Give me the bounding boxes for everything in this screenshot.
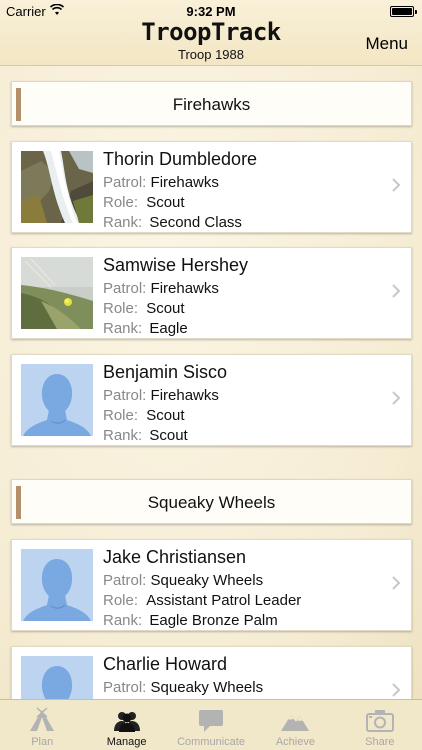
rank-value: Scout — [149, 427, 188, 444]
patrol-label: Patrol: — [103, 387, 147, 404]
role-row: Role: Assistant Patrol Leader — [103, 592, 301, 609]
status-time: 9:32 PM — [186, 4, 236, 19]
chevron-right-icon — [392, 683, 401, 697]
rank-label: Rank: — [103, 427, 143, 444]
chevron-right-icon — [392, 391, 401, 405]
member-card-charlie-howard[interactable]: Charlie Howard Patrol: Squeaky Wheels — [11, 646, 412, 699]
member-name: Benjamin Sisco — [103, 362, 228, 382]
patrol-row: Patrol: Firehawks — [103, 280, 219, 297]
rank-value: Eagle — [149, 320, 188, 337]
rank-value: Eagle Bronze Palm — [149, 612, 278, 629]
app-logo: TroopTrack — [141, 18, 281, 46]
role-value: Scout — [146, 194, 185, 211]
person-silhouette-icon — [21, 549, 93, 621]
battery-icon — [390, 6, 417, 17]
mountain-icon — [281, 715, 310, 731]
rank-row: Rank: Eagle Bronze Palm — [103, 612, 278, 629]
meadow-photo-avatar — [21, 257, 93, 329]
chevron-right-icon — [392, 576, 401, 590]
section-title: Squeaky Wheels — [147, 493, 276, 512]
tab-label: Manage — [106, 736, 147, 748]
patrol-row: Patrol: Squeaky Wheels — [103, 679, 263, 696]
role-label: Role: — [103, 194, 139, 211]
section-title: Firehawks — [172, 95, 251, 114]
person-silhouette-icon — [21, 656, 93, 699]
tab-share[interactable]: Share — [338, 700, 422, 750]
member-card-samwise-hershey[interactable]: Samwise Hershey Patrol: Firehawks Role: … — [11, 247, 412, 339]
status-bar: Carrier 9:32 PM — [0, 0, 422, 22]
tab-label: Achieve — [275, 736, 315, 748]
brand: TroopTrack Troop 1988 — [0, 18, 422, 62]
patrol-value: Firehawks — [150, 174, 219, 191]
tab-label: Communicate — [177, 736, 245, 748]
rank-label: Rank: — [103, 214, 143, 231]
patrol-value: Squeaky Wheels — [150, 572, 264, 589]
section-header-firehawks: Firehawks — [11, 81, 412, 126]
people-icon — [113, 712, 140, 732]
role-value: Scout — [146, 407, 185, 424]
member-name: Samwise Hershey — [103, 255, 249, 275]
chevron-right-icon — [392, 178, 401, 192]
patrol-value: Firehawks — [150, 280, 219, 297]
troop-name: Troop 1988 — [177, 47, 244, 62]
tab-manage[interactable]: Manage — [84, 700, 168, 750]
roster-list[interactable]: Firehawks Thorin Dumbledore Patrol: Fire… — [0, 66, 422, 699]
patrol-label: Patrol: — [103, 174, 147, 191]
patrol-label: Patrol: — [103, 572, 147, 589]
camera-icon — [365, 710, 394, 732]
role-label: Role: — [103, 407, 139, 424]
rank-label: Rank: — [103, 320, 143, 337]
patrol-value: Firehawks — [150, 387, 219, 404]
patrol-label: Patrol: — [103, 280, 147, 297]
rank-row: Rank: Eagle — [103, 320, 188, 337]
role-label: Role: — [103, 300, 139, 317]
role-label: Role: — [103, 592, 139, 609]
role-value: Scout — [146, 300, 185, 317]
speech-bubble-icon — [199, 710, 224, 732]
section-header-squeaky-wheels: Squeaky Wheels — [11, 479, 412, 524]
member-card-jake-christiansen[interactable]: Jake Christiansen Patrol: Squeaky Wheels… — [11, 539, 412, 631]
member-card-benjamin-sisco[interactable]: Benjamin Sisco Patrol: Firehawks Role: S… — [11, 354, 412, 446]
tab-label: Share — [365, 736, 395, 748]
tab-communicate[interactable]: Communicate — [169, 700, 253, 750]
patrol-label: Patrol: — [103, 679, 147, 696]
patrol-row: Patrol: Squeaky Wheels — [103, 572, 263, 589]
rank-label: Rank: — [103, 612, 143, 629]
member-card-thorin-dumbledore[interactable]: Thorin Dumbledore Patrol: Firehawks Role… — [11, 141, 412, 233]
tab-bar: Plan Manage Communicate Achieve Share — [0, 699, 422, 750]
patrol-row: Patrol: Firehawks — [103, 174, 219, 191]
role-row: Role: Scout — [103, 300, 185, 317]
rank-row: Rank: Second Class — [103, 214, 242, 231]
rank-value: Second Class — [149, 214, 242, 231]
chevron-right-icon — [392, 284, 401, 298]
patrol-row: Patrol: Firehawks — [103, 387, 219, 404]
member-name: Jake Christiansen — [103, 547, 247, 567]
tab-achieve[interactable]: Achieve — [253, 700, 337, 750]
patrol-value: Squeaky Wheels — [150, 679, 264, 696]
member-name: Charlie Howard — [103, 654, 228, 674]
role-row: Role: Scout — [103, 194, 185, 211]
member-name: Thorin Dumbledore — [103, 149, 258, 169]
rank-row: Rank: Scout — [103, 427, 188, 444]
role-row: Role: Scout — [103, 407, 185, 424]
waterfall-photo-avatar — [21, 151, 93, 223]
tab-label: Plan — [31, 736, 54, 748]
person-silhouette-icon — [21, 364, 93, 436]
menu-button[interactable]: Menu — [365, 34, 408, 54]
role-value: Assistant Patrol Leader — [146, 592, 302, 609]
tent-icon — [30, 707, 55, 731]
tab-plan[interactable]: Plan — [0, 700, 84, 750]
